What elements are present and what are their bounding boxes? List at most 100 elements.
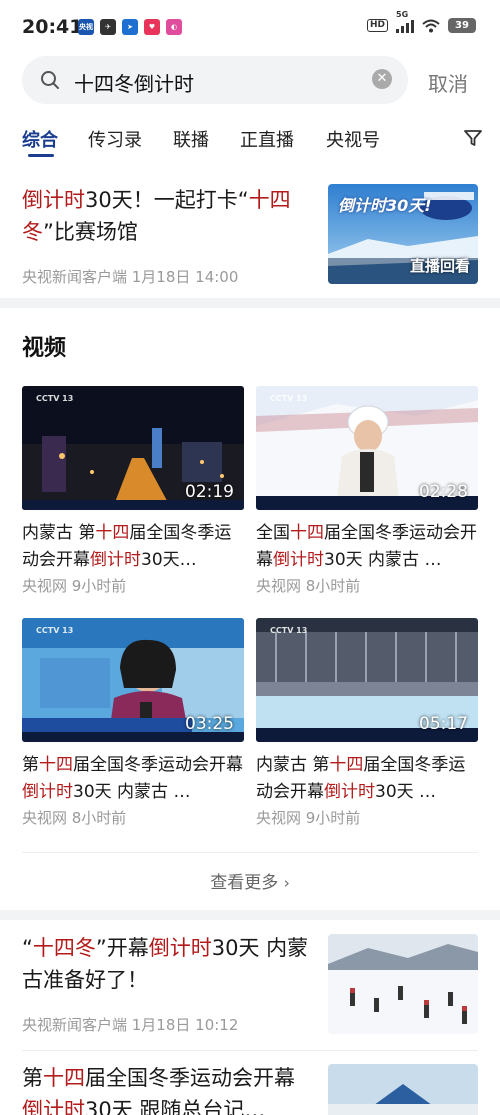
active-tab-indicator: [28, 154, 54, 157]
tab-chuanxilu[interactable]: 传习录: [88, 126, 142, 152]
search-bar[interactable]: 十四冬倒计时 ✕: [22, 56, 408, 104]
video-thumbnail: CCTV 13 05:17: [256, 618, 478, 742]
keyword-highlight: 倒计时: [22, 188, 85, 212]
video-card[interactable]: CCTV 13 05:17 内蒙古 第十四届全国冬季运动会开幕倒计时30天 … …: [256, 618, 478, 833]
title-text: 届全国冬季运动会开幕: [85, 1066, 295, 1090]
keyword-highlight: 十四: [43, 1066, 85, 1090]
search-icon: [41, 71, 59, 89]
video-meta: 央视网 8小时前: [256, 577, 361, 595]
video-meta: 央视网 9小时前: [22, 577, 127, 595]
cctv-logo-icon: CCTV 13: [36, 626, 74, 635]
news-thumbnail: [328, 934, 478, 1034]
chevron-right-icon: ›: [283, 874, 290, 892]
news-thumbnail: [328, 1064, 478, 1115]
tab-comprehensive[interactable]: 综合: [22, 126, 58, 152]
replay-badge: 直播回看: [409, 257, 470, 275]
status-time: 20:41: [22, 16, 83, 38]
title-text: ”比赛场馆: [43, 220, 138, 244]
battery-icon: 39: [448, 18, 476, 33]
network-label: 5G: [396, 9, 409, 19]
news-meta: 央视新闻客户端 1月18日 10:12: [22, 1016, 239, 1034]
title-text: 30天 内蒙古 …: [324, 550, 442, 570]
title-text: 30天！一起打卡“: [85, 188, 249, 212]
news-title: 第十四届全国冬季运动会开幕倒计时30天 跟随总台记…: [22, 1062, 312, 1115]
video-card[interactable]: CCTV 13 03:25 第十四届全国冬季运动会开幕倒计时30天 内蒙古 … …: [22, 618, 244, 833]
video-title: 全国十四届全国冬季运动会开幕倒计时30天 内蒙古 …: [256, 520, 478, 574]
news-card[interactable]: “十四冬”开幕倒计时30天 内蒙古准备好了！ 央视新闻客户端 1月18日 10:…: [0, 920, 500, 1050]
title-text: 内蒙古 第: [22, 523, 96, 543]
cctv-logo-icon: CCTV 13: [270, 626, 308, 635]
video-card[interactable]: CCTV 13 02:28 全国十四届全国冬季运动会开幕倒计时30天 内蒙古 ……: [256, 386, 478, 601]
title-text: 30天…: [141, 550, 197, 570]
title-text: 30天 跟随总台记…: [85, 1098, 266, 1115]
notification-app-icon: ➤: [122, 19, 138, 35]
search-input[interactable]: 十四冬倒计时: [74, 68, 194, 97]
tab-cctv-account[interactable]: 央视号: [326, 126, 380, 152]
title-text: 30天 内蒙古 …: [73, 782, 191, 802]
notification-app-icon: 央视: [78, 19, 94, 35]
video-thumbnail: CCTV 13 03:25: [22, 618, 244, 742]
news-thumbnail: 倒计时30天! 直播回看: [328, 184, 478, 284]
news-title: “十四冬”开幕倒计时30天 内蒙古准备好了！: [22, 932, 312, 996]
video-title: 第十四届全国冬季运动会开幕倒计时30天 内蒙古 …: [22, 752, 244, 806]
filter-icon[interactable]: [463, 128, 483, 148]
keyword-highlight: 十四: [95, 523, 130, 543]
section-divider: [0, 910, 500, 920]
section-divider: [0, 298, 500, 308]
notification-app-icon: ✈: [100, 19, 116, 35]
keyword-highlight: 十四: [329, 755, 364, 775]
video-duration: 05:17: [419, 714, 468, 734]
keyword-highlight: 十四: [290, 523, 324, 543]
notification-icons: 央视 ✈ ➤ ♥ ◐: [78, 19, 182, 35]
clear-icon[interactable]: ✕: [372, 69, 392, 89]
notification-app-icon: ◐: [166, 19, 182, 35]
wifi-icon: [422, 19, 440, 32]
thumb-caption: 倒计时30天!: [338, 196, 432, 215]
keyword-highlight: 倒计时: [90, 550, 141, 570]
title-text: 全国: [256, 523, 290, 543]
status-bar: 20:41 央视 ✈ ➤ ♥ ◐ HD 5G 39: [0, 0, 500, 48]
news-meta: 央视新闻客户端 1月18日 14:00: [22, 268, 239, 286]
hd-voice-icon: HD: [366, 19, 388, 32]
title-text: ”开幕: [95, 936, 149, 960]
news-card[interactable]: 第十四届全国冬季运动会开幕倒计时30天 跟随总台记…: [0, 1052, 500, 1115]
category-tabs: 综合 传习录 联播 正直播 央视号: [0, 118, 500, 164]
video-duration: 02:28: [419, 482, 468, 502]
keyword-highlight: 倒计时: [22, 782, 73, 802]
video-title: 内蒙古 第十四届全国冬季运动会开幕倒计时30天 …: [256, 752, 478, 806]
title-text: 第: [22, 755, 39, 775]
news-title: 倒计时30天！一起打卡“十四冬”比赛场馆: [22, 184, 312, 248]
tab-lianbo[interactable]: 联播: [173, 126, 209, 152]
cancel-button[interactable]: 取消: [428, 68, 468, 97]
keyword-highlight: 十四冬: [32, 936, 96, 960]
video-duration: 03:25: [185, 714, 234, 734]
cctv-logo-icon: CCTV 13: [270, 394, 308, 403]
divider: [22, 852, 478, 853]
keyword-highlight: 十四: [39, 755, 73, 775]
see-more-label: 查看更多: [210, 873, 279, 893]
title-text: 第: [22, 1066, 43, 1090]
video-meta: 央视网 9小时前: [256, 809, 361, 827]
keyword-highlight: 倒计时: [148, 936, 212, 960]
title-text: 届全国冬季运动会开幕: [73, 755, 243, 775]
cctv-logo-icon: CCTV 13: [36, 394, 74, 403]
keyword-highlight: 倒计时: [273, 550, 324, 570]
see-more-link[interactable]: 查看更多 ›: [0, 868, 500, 893]
notification-app-icon: ♥: [144, 19, 160, 35]
video-thumbnail: CCTV 13 02:28: [256, 386, 478, 510]
keyword-highlight: 倒计时: [324, 782, 375, 802]
signal-icon: 5G: [396, 10, 414, 33]
keyword-highlight: 倒计时: [22, 1098, 85, 1115]
video-duration: 02:19: [185, 482, 234, 502]
video-thumbnail: CCTV 13 02:19: [22, 386, 244, 510]
title-text: “: [22, 936, 33, 960]
video-card[interactable]: CCTV 13 02:19 内蒙古 第十四届全国冬季运动会开幕倒计时30天… 央…: [22, 386, 244, 601]
news-card[interactable]: 倒计时30天！一起打卡“十四冬”比赛场馆 央视新闻客户端 1月18日 14:00…: [0, 170, 500, 295]
section-title-video: 视频: [22, 336, 67, 361]
divider: [22, 1050, 478, 1051]
title-text: 内蒙古 第: [256, 755, 330, 775]
title-text: 30天 …: [375, 782, 437, 802]
video-meta: 央视网 8小时前: [22, 809, 127, 827]
tab-live[interactable]: 正直播: [240, 126, 294, 152]
video-title: 内蒙古 第十四届全国冬季运动会开幕倒计时30天…: [22, 520, 244, 574]
